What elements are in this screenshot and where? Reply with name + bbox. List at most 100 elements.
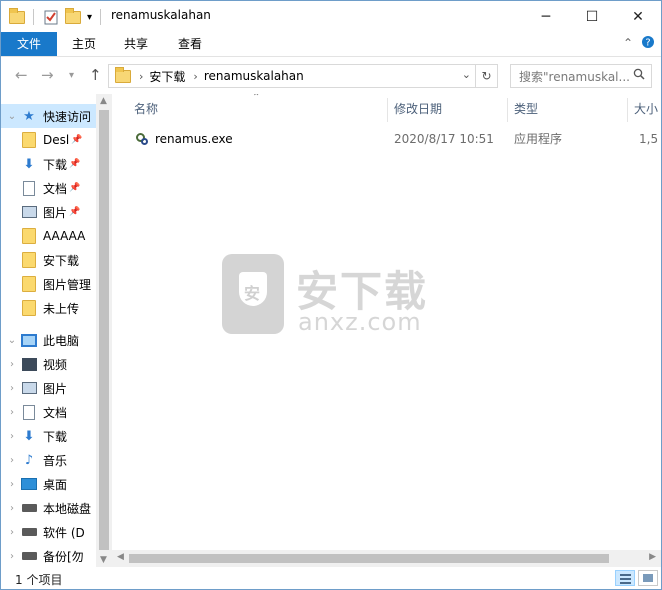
svg-text:?: ? bbox=[645, 38, 650, 49]
chevron-right-icon[interactable]: › bbox=[5, 431, 19, 442]
sidebar-item-label: 图片 bbox=[43, 381, 68, 396]
column-header-type[interactable]: 类型 bbox=[505, 94, 625, 124]
sidebar-item-documents[interactable]: 文档 📌 bbox=[1, 176, 96, 200]
document-icon bbox=[21, 180, 37, 196]
chevron-right-icon[interactable]: › bbox=[5, 503, 19, 514]
new-folder-icon[interactable] bbox=[65, 7, 81, 26]
chevron-right-icon[interactable]: › bbox=[5, 455, 19, 466]
download-icon: ⬇ bbox=[23, 428, 35, 444]
video-icon bbox=[21, 356, 37, 372]
minimize-button[interactable]: ─ bbox=[523, 1, 569, 32]
chevron-down-icon[interactable]: ⌄ bbox=[5, 111, 19, 122]
customize-quick-access-icon[interactable]: ▾ bbox=[87, 8, 92, 26]
explorer-window: ▾ renamuskalahan ─ ☐ ✕ 文件 主页 共享 查看 ⌃ ? ←… bbox=[0, 0, 662, 590]
properties-icon[interactable] bbox=[43, 8, 59, 26]
pin-icon[interactable]: 📌 bbox=[69, 183, 80, 193]
tab-view[interactable]: 查看 bbox=[169, 32, 211, 56]
sidebar-item-local-disk[interactable]: › 本地磁盘 bbox=[1, 496, 96, 520]
navigation-scrollbar[interactable]: ▲ ▼ bbox=[96, 94, 112, 567]
scrollbar-thumb[interactable] bbox=[129, 554, 609, 563]
chevron-right-icon[interactable]: › bbox=[5, 527, 19, 538]
music-icon: ♪ bbox=[24, 452, 34, 468]
sidebar-item-label: 文档 bbox=[43, 181, 68, 196]
chevron-right-icon[interactable]: › bbox=[193, 70, 197, 83]
folder-icon bbox=[21, 252, 37, 268]
sidebar-item-aaaaa[interactable]: AAAAA bbox=[1, 224, 96, 248]
details-view-icon[interactable] bbox=[615, 570, 635, 586]
sidebar-item-pictures[interactable]: 图片 📌 bbox=[1, 200, 96, 224]
sidebar-item-not-uploaded[interactable]: 未上传 bbox=[1, 296, 96, 320]
folder-icon bbox=[21, 300, 37, 316]
chevron-right-icon[interactable]: › bbox=[5, 479, 19, 490]
watermark-logo: 安 安下载 anxz.com bbox=[222, 254, 442, 336]
sidebar-item-image-manager[interactable]: 图片管理 bbox=[1, 272, 96, 296]
pin-icon[interactable]: 📌 bbox=[69, 159, 80, 169]
search-icon bbox=[633, 68, 645, 83]
chevron-up-icon[interactable]: ⌃ bbox=[623, 36, 633, 50]
column-header-size[interactable]: 大小 bbox=[625, 94, 661, 124]
file-modified: 2020/8/17 10:51 bbox=[394, 132, 494, 146]
breadcrumb-item[interactable]: 安下载 bbox=[149, 68, 185, 85]
sidebar-item-desktop-pc[interactable]: › 桌面 bbox=[1, 472, 96, 496]
window-title: renamuskalahan bbox=[111, 8, 211, 22]
chevron-down-icon[interactable]: ⌄ bbox=[462, 68, 471, 81]
sidebar-item-label: 备份[勿 bbox=[43, 549, 84, 564]
breadcrumb-item[interactable]: renamuskalahan bbox=[204, 69, 304, 83]
tab-share[interactable]: 共享 bbox=[115, 32, 157, 56]
computer-icon bbox=[21, 332, 37, 348]
picture-icon bbox=[21, 380, 37, 396]
watermark-shield-char: 安 bbox=[244, 284, 261, 303]
sidebar-item-label: 软件 (D bbox=[43, 525, 85, 540]
column-header-date[interactable]: 修改日期 bbox=[385, 94, 505, 124]
refresh-icon[interactable]: ↻ bbox=[475, 65, 497, 87]
file-size: 1,5 bbox=[639, 132, 659, 146]
pin-icon[interactable]: 📌 bbox=[71, 135, 82, 145]
sidebar-item-desktop[interactable]: Desl 📌 bbox=[1, 128, 96, 152]
sidebar-item-drive-d[interactable]: › 软件 (D bbox=[1, 520, 96, 544]
scroll-right-icon[interactable]: ▶ bbox=[649, 552, 656, 562]
large-icons-view-icon[interactable] bbox=[638, 570, 658, 586]
horizontal-scrollbar[interactable]: ◀ ▶ bbox=[112, 550, 661, 567]
scroll-up-icon[interactable]: ▲ bbox=[100, 96, 107, 106]
column-header-name[interactable]: 名称 bbox=[125, 94, 387, 124]
sidebar-item-label: 本地磁盘 bbox=[43, 501, 92, 516]
scrollbar-thumb[interactable] bbox=[99, 110, 109, 550]
folder-icon bbox=[115, 66, 131, 83]
chevron-right-icon[interactable]: › bbox=[5, 383, 19, 394]
recent-locations-icon[interactable]: ▾ bbox=[69, 70, 74, 81]
scroll-down-icon[interactable]: ▼ bbox=[100, 555, 107, 565]
scroll-left-icon[interactable]: ◀ bbox=[117, 552, 124, 562]
sidebar-item-quick-access[interactable]: ⌄ ★ 快速访问 bbox=[1, 104, 96, 128]
sidebar-item-this-pc[interactable]: ⌄ 此电脑 bbox=[1, 328, 96, 352]
maximize-button[interactable]: ☐ bbox=[569, 1, 615, 32]
sidebar-item-pc-downloads[interactable]: › ⬇ 下载 bbox=[1, 424, 96, 448]
tab-home[interactable]: 主页 bbox=[63, 32, 105, 56]
search-placeholder: 搜索"renamuskal... bbox=[519, 69, 630, 84]
back-arrow-icon[interactable]: ← bbox=[15, 66, 28, 84]
chevron-right-icon[interactable]: › bbox=[5, 359, 19, 370]
sidebar-item-anxiazai[interactable]: 安下载 bbox=[1, 248, 96, 272]
sidebar-item-videos[interactable]: › 视频 bbox=[1, 352, 96, 376]
divider bbox=[100, 8, 101, 26]
sidebar-item-label: 未上传 bbox=[43, 301, 80, 316]
pin-icon[interactable]: 📌 bbox=[69, 207, 80, 217]
sidebar-item-pc-pictures[interactable]: › 图片 bbox=[1, 376, 96, 400]
sidebar-item-label: 视频 bbox=[43, 357, 68, 372]
sidebar-item-music[interactable]: › ♪ 音乐 bbox=[1, 448, 96, 472]
file-row[interactable]: renamus.exe 2020/8/17 10:51 应用程序 1,5 bbox=[127, 128, 661, 150]
sidebar-item-label: 音乐 bbox=[43, 453, 68, 468]
chevron-right-icon[interactable]: › bbox=[5, 551, 19, 562]
sidebar-item-downloads[interactable]: ⬇ 下载 📌 bbox=[1, 152, 96, 176]
search-input[interactable]: 搜索"renamuskal... bbox=[510, 64, 652, 88]
tab-file[interactable]: 文件 bbox=[1, 32, 57, 56]
forward-arrow-icon[interactable]: → bbox=[41, 66, 54, 84]
close-button[interactable]: ✕ bbox=[615, 1, 661, 32]
chevron-right-icon[interactable]: › bbox=[139, 70, 143, 83]
up-arrow-icon[interactable]: ↑ bbox=[89, 66, 102, 84]
chevron-down-icon[interactable]: ⌄ bbox=[5, 335, 19, 346]
sidebar-item-pc-documents[interactable]: › 文档 bbox=[1, 400, 96, 424]
help-icon[interactable]: ? bbox=[641, 35, 655, 52]
chevron-right-icon[interactable]: › bbox=[5, 407, 19, 418]
sidebar-item-backup-drive[interactable]: › 备份[勿 bbox=[1, 544, 96, 567]
address-bar[interactable]: › 安下载 › renamuskalahan ⌄ ↻ bbox=[108, 64, 498, 88]
